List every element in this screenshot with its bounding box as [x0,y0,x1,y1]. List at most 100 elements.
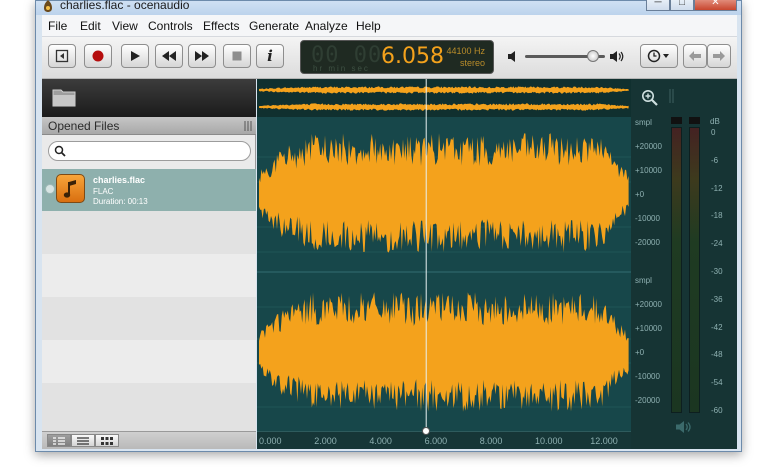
app-icon [44,0,52,12]
grid-view-button[interactable] [95,434,119,447]
waveform-editor[interactable]: 0.000 2.000 4.000 6.000 8.000 10.000 12.000 [257,79,631,449]
amplitude-tick-label: +10000 [635,166,662,175]
panel-grip-icon[interactable] [244,121,252,131]
toolbar: i 00 00 6.058 44100 Hz stereo hr min sec [42,37,737,79]
amplitude-tick-label: +0 [635,348,645,357]
menu-controls[interactable]: Controls [148,19,193,33]
undo-button[interactable] [683,44,707,68]
audio-file-icon [56,174,85,203]
stop-button[interactable] [223,44,251,68]
menu-file[interactable]: File [48,19,67,33]
open-folder-icon[interactable] [51,86,77,108]
file-format: FLAC [93,187,114,196]
amplitude-tick-label: +20000 [635,142,662,151]
speaker-icon[interactable] [675,420,693,434]
db-tick-label: -48 [711,350,723,360]
empty-row [42,254,256,297]
timeline-tick-label: 6.000 [424,436,448,446]
record-icon [92,50,104,62]
amplitude-tick-label: -10000 [635,372,660,381]
info-button[interactable]: i [256,44,284,68]
list-icon [77,436,89,445]
menu-view[interactable]: View [112,19,138,33]
record-button[interactable] [84,44,112,68]
db-tick-label: -60 [711,406,723,415]
peak-indicator-right [689,117,700,124]
db-tick-label: 0 [711,128,716,137]
timeline-tick-label: 0.000 [259,436,282,446]
channel-1-waveform [259,133,629,253]
timeline-tick-label: 2.000 [314,436,337,446]
menu-bar: File Edit View Controls Effects Generate… [42,15,737,37]
amplitude-tick-label: +20000 [635,300,662,309]
minimize-button[interactable]: ─ [646,0,670,11]
waveform-channels[interactable] [257,117,631,431]
amplitude-tick-label: -10000 [635,214,660,223]
fast-forward-icon [195,51,209,61]
fast-forward-button[interactable] [188,44,216,68]
level-meter-panel: smpl +20000 +10000 +0 -10000 -20000 smpl +2000… [631,79,737,449]
file-name: charlies.flac [93,175,146,185]
db-tick-label: -36 [711,294,723,304]
app-window: charlies.flac - ocenaudio ─ □ ✕ File Edi… [35,0,742,452]
file-search[interactable] [48,141,251,161]
play-button[interactable] [121,44,149,68]
play-icon [131,51,140,61]
volume-control [507,45,627,69]
amplitude-tick-label: +10000 [635,324,662,333]
cursor-marker[interactable] [422,427,431,435]
timeline-tick-label: 10.000 [535,436,563,446]
redo-button[interactable] [707,44,731,68]
volume-slider-thumb[interactable] [587,50,599,62]
empty-row [42,297,256,340]
maximize-button[interactable]: □ [670,0,694,11]
menu-edit[interactable]: Edit [80,19,101,33]
detail-list-icon [53,436,65,445]
files-sidebar: Opened Files charlies.flac FLAC Duration… [42,79,256,449]
level-meter-left [671,127,682,413]
empty-row [42,211,256,254]
channel-waveforms [257,117,631,431]
peak-indicator-left [671,117,682,124]
back-to-start-button[interactable] [48,44,76,68]
close-button[interactable]: ✕ [694,0,737,11]
db-tick-label: -12 [711,183,723,193]
list-view-button[interactable] [71,434,95,447]
window-title: charlies.flac - ocenaudio [60,0,190,12]
time-ruler[interactable]: 0.000 2.000 4.000 6.000 8.000 10.000 12.000 [257,427,631,449]
db-tick-label: -24 [711,239,723,249]
info-icon: i [267,47,273,65]
detail-view-button[interactable] [47,434,71,447]
amplitude-tick-label: +0 [635,190,645,199]
file-check-icon [45,184,55,194]
search-input[interactable] [71,144,241,158]
panel-grip-icon[interactable] [669,89,675,103]
arrow-left-icon [689,51,701,61]
clock-dropdown-button[interactable] [640,44,678,68]
level-meter-right [689,127,700,413]
file-duration: Duration: 00:13 [93,197,148,206]
title-bar[interactable]: charlies.flac - ocenaudio ─ □ ✕ [36,0,741,15]
amplitude-tick-label: -20000 [635,238,660,247]
file-list-item[interactable]: charlies.flac FLAC Duration: 00:13 [42,169,256,211]
sidebar-toolbar [42,79,256,117]
rewind-icon [162,51,176,61]
overview-waveform [257,79,631,117]
rewind-button[interactable] [155,44,183,68]
zoom-in-icon[interactable] [641,89,659,107]
opened-files-header: Opened Files [42,117,256,135]
menu-help[interactable]: Help [356,19,381,33]
volume-high-icon [610,51,624,62]
db-tick-label: -30 [711,267,723,276]
db-tick-label: -42 [711,322,723,332]
view-mode-bar [42,431,256,449]
menu-effects[interactable]: Effects [203,19,239,33]
back-to-start-icon [55,49,69,63]
amplitude-tick-label: smpl [635,118,652,127]
menu-generate[interactable]: Generate [249,19,299,33]
db-tick-label: -18 [711,211,723,221]
menu-analyze[interactable]: Analyze [305,19,348,33]
grid-icon [101,436,113,445]
waveform-overview[interactable] [257,79,631,117]
timeline-tick-label: 4.000 [369,436,392,446]
